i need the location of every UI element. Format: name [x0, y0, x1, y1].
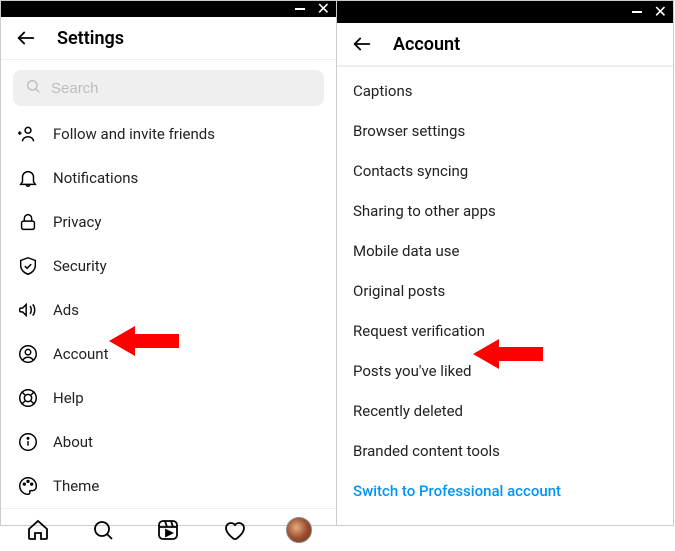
account-item-label: Request verification	[353, 322, 657, 340]
settings-header: Settings	[1, 17, 336, 60]
nav-home-icon[interactable]	[25, 517, 51, 543]
info-icon	[17, 431, 39, 453]
account-item-captions[interactable]: Captions	[337, 71, 673, 111]
account-header: Account	[337, 23, 673, 66]
palette-icon	[17, 475, 39, 497]
account-item-label: Posts you've liked	[353, 362, 657, 380]
avatar	[286, 517, 312, 543]
account-item-contacts[interactable]: Contacts syncing	[337, 151, 673, 191]
settings-item-privacy[interactable]: Privacy	[1, 200, 336, 244]
nav-profile-avatar[interactable]	[286, 517, 312, 543]
settings-item-help[interactable]: Help	[1, 376, 336, 420]
account-item-label: Captions	[353, 82, 657, 100]
close-button[interactable]: ✕	[654, 4, 667, 20]
settings-item-theme[interactable]: Theme	[1, 464, 336, 508]
page-title: Account	[393, 34, 460, 55]
settings-item-label: Ads	[53, 301, 320, 319]
account-item-recently-deleted[interactable]: Recently deleted	[337, 391, 673, 431]
account-item-label: Recently deleted	[353, 402, 657, 420]
settings-item-about[interactable]: About	[1, 420, 336, 464]
search-icon	[25, 78, 41, 98]
lifebuoy-icon	[17, 387, 39, 409]
window-titlebar: ✕	[337, 1, 673, 23]
settings-item-label: Account	[53, 345, 320, 363]
settings-item-label: Privacy	[53, 213, 320, 231]
window-titlebar: ✕	[1, 1, 336, 17]
account-item-label: Branded content tools	[353, 442, 657, 460]
minimize-button[interactable]	[632, 11, 642, 13]
nav-reels-icon[interactable]	[155, 517, 181, 543]
settings-item-label: Security	[53, 257, 320, 275]
bell-icon	[17, 167, 39, 189]
page-title: Settings	[57, 28, 124, 49]
back-arrow-icon[interactable]	[351, 33, 373, 55]
user-circle-icon	[17, 343, 39, 365]
nav-activity-icon[interactable]	[221, 517, 247, 543]
account-item-label: Sharing to other apps	[353, 202, 657, 220]
account-item-branded-content[interactable]: Branded content tools	[337, 431, 673, 471]
settings-pane: ✕ Settings Follow and invite friends Not…	[0, 0, 337, 526]
search-box[interactable]	[13, 70, 324, 106]
settings-item-label: Theme	[53, 477, 320, 495]
settings-item-ads[interactable]: Ads	[1, 288, 336, 332]
switch-professional-link[interactable]: Switch to Professional account	[337, 471, 673, 511]
search-input[interactable]	[51, 80, 312, 97]
account-item-posts-liked[interactable]: Posts you've liked	[337, 351, 673, 391]
account-list: Captions Browser settings Contacts synci…	[337, 71, 673, 511]
link-label: Switch to Professional account	[353, 482, 657, 500]
account-item-original-posts[interactable]: Original posts	[337, 271, 673, 311]
settings-list: Follow and invite friends Notifications …	[1, 112, 336, 508]
account-item-sharing[interactable]: Sharing to other apps	[337, 191, 673, 231]
account-item-mobile-data[interactable]: Mobile data use	[337, 231, 673, 271]
settings-item-label: Follow and invite friends	[53, 125, 320, 143]
close-button[interactable]: ✕	[317, 1, 330, 17]
account-item-label: Contacts syncing	[353, 162, 657, 180]
bottom-nav	[1, 508, 336, 551]
account-pane: ✕ Account Captions Browser settings Cont…	[337, 0, 674, 526]
megaphone-icon	[17, 299, 39, 321]
settings-item-notifications[interactable]: Notifications	[1, 156, 336, 200]
account-item-browser[interactable]: Browser settings	[337, 111, 673, 151]
shield-icon	[17, 255, 39, 277]
settings-item-account[interactable]: Account	[1, 332, 336, 376]
settings-item-label: Notifications	[53, 169, 320, 187]
lock-icon	[17, 211, 39, 233]
settings-item-label: About	[53, 433, 320, 451]
account-item-label: Browser settings	[353, 122, 657, 140]
account-item-label: Mobile data use	[353, 242, 657, 260]
minimize-button[interactable]	[295, 8, 305, 10]
nav-search-icon[interactable]	[90, 517, 116, 543]
settings-item-label: Help	[53, 389, 320, 407]
settings-item-security[interactable]: Security	[1, 244, 336, 288]
account-item-label: Original posts	[353, 282, 657, 300]
divider	[337, 66, 673, 67]
back-arrow-icon[interactable]	[15, 27, 37, 49]
settings-item-follow[interactable]: Follow and invite friends	[1, 112, 336, 156]
person-plus-icon	[17, 123, 39, 145]
account-item-verification[interactable]: Request verification	[337, 311, 673, 351]
